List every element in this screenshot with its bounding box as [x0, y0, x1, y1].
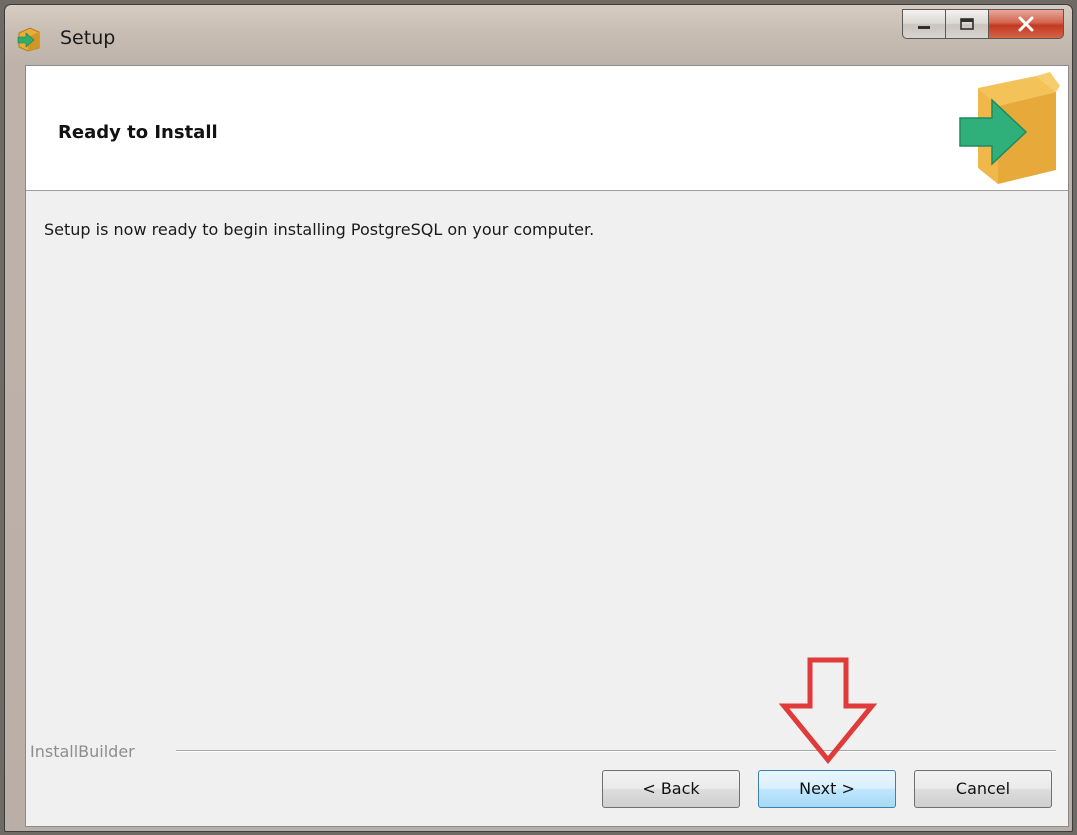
- window-title: Setup: [60, 27, 116, 49]
- title-bar[interactable]: Setup: [5, 5, 1072, 65]
- installbuilder-brand: InstallBuilder: [30, 742, 135, 761]
- close-icon: [1018, 16, 1034, 32]
- next-button[interactable]: Next >: [758, 770, 896, 808]
- setup-box-arrow-icon: [17, 27, 40, 52]
- install-message: Setup is now ready to begin installing P…: [44, 220, 595, 239]
- page-title: Ready to Install: [58, 122, 218, 143]
- footer-divider: [176, 750, 1056, 751]
- dialog-client-area: Ready to Install Setup is now ready to b…: [25, 65, 1069, 827]
- down-arrow-icon: [778, 657, 878, 764]
- minimize-icon: [918, 26, 930, 29]
- caption-buttons: [902, 9, 1064, 41]
- cancel-button[interactable]: Cancel: [914, 770, 1052, 808]
- close-button[interactable]: [988, 9, 1064, 39]
- page-header: Ready to Install: [26, 66, 1068, 191]
- minimize-button[interactable]: [902, 9, 945, 39]
- maximize-icon: [960, 18, 974, 30]
- maximize-button[interactable]: [945, 9, 988, 39]
- back-button[interactable]: < Back: [602, 770, 740, 808]
- package-arrow-icon: [959, 72, 1060, 184]
- setup-window: Setup Ready to Install Setup is now read…: [4, 4, 1073, 832]
